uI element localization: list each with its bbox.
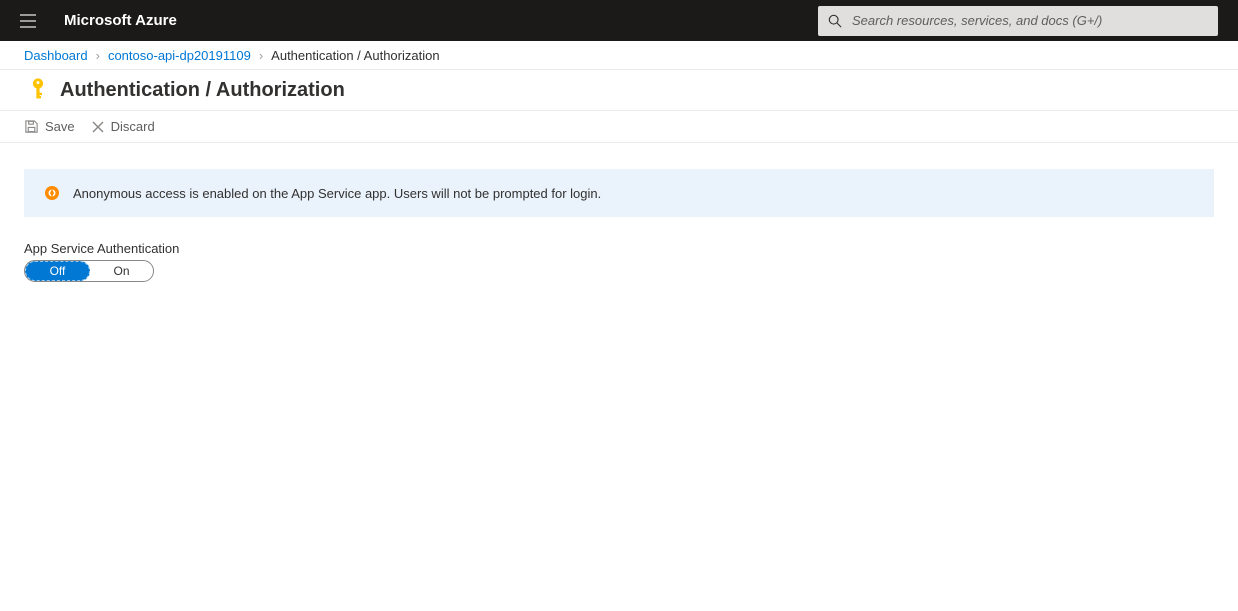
auth-toggle[interactable]: Off On [24, 260, 154, 282]
toggle-on[interactable]: On [90, 261, 153, 281]
search-box[interactable] [818, 6, 1218, 36]
save-button[interactable]: Save [24, 119, 75, 134]
warning-icon [43, 184, 61, 202]
breadcrumb-link-dashboard[interactable]: Dashboard [24, 48, 88, 63]
discard-button[interactable]: Discard [91, 119, 155, 134]
page-header: Authentication / Authorization [0, 70, 1238, 111]
brand-label: Microsoft Azure [64, 12, 177, 29]
chevron-right-icon: › [96, 48, 100, 63]
save-label: Save [45, 119, 75, 134]
hamburger-menu-button[interactable] [14, 7, 42, 35]
search-icon [828, 14, 842, 28]
topbar: Microsoft Azure [0, 0, 1238, 41]
breadcrumb-link-resource[interactable]: contoso-api-dp20191109 [108, 48, 251, 63]
breadcrumb-current: Authentication / Authorization [271, 48, 439, 63]
hamburger-icon [20, 14, 36, 28]
breadcrumb: Dashboard › contoso-api-dp20191109 › Aut… [0, 41, 1238, 70]
auth-section-label: App Service Authentication [24, 241, 1214, 256]
search-input[interactable] [850, 12, 1208, 29]
key-icon [24, 76, 52, 104]
discard-label: Discard [111, 119, 155, 134]
save-icon [24, 119, 39, 134]
content: Anonymous access is enabled on the App S… [0, 143, 1238, 308]
toggle-off[interactable]: Off [25, 261, 90, 281]
info-banner: Anonymous access is enabled on the App S… [24, 169, 1214, 217]
page-title: Authentication / Authorization [60, 79, 345, 102]
toolbar: Save Discard [0, 111, 1238, 143]
close-icon [91, 120, 105, 134]
chevron-right-icon: › [259, 48, 263, 63]
info-text: Anonymous access is enabled on the App S… [73, 186, 601, 201]
